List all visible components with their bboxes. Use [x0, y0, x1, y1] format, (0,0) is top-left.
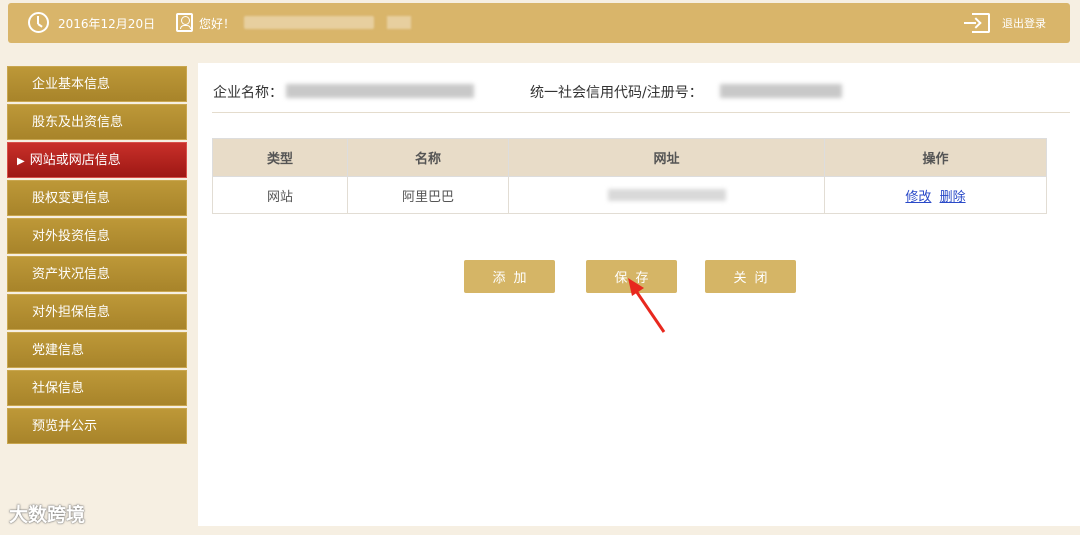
column-header-url: 网址 [508, 138, 825, 177]
sidebar-item-social-security[interactable]: 社保信息 [7, 370, 187, 406]
column-header-actions: 操作 [824, 138, 1047, 177]
date-text: 2016年12月20日 [58, 17, 156, 31]
cell-actions: 修改 删除 [824, 176, 1047, 214]
table-row: 网站 阿里巴巴 修改 删除 [212, 176, 1047, 214]
logout-link[interactable]: 退出登录 [1002, 15, 1046, 31]
sidebar-item-party[interactable]: 党建信息 [7, 332, 187, 368]
sidebar-item-label: 党建信息 [32, 343, 85, 358]
top-bar: 2016年12月20日 您好！ 退出登录 [8, 3, 1070, 43]
redacted-url [607, 189, 726, 201]
redacted-username-extra [387, 16, 411, 29]
sidebar-item-label: 资产状况信息 [32, 267, 111, 282]
cell-name: 阿里巴巴 [347, 176, 509, 214]
redacted-company-name [286, 84, 474, 98]
column-header-name: 名称 [347, 138, 509, 177]
delete-link[interactable]: 删除 [940, 190, 966, 205]
add-button[interactable]: 添加 [464, 260, 555, 293]
active-arrow-icon: ▶ [17, 156, 25, 167]
user-icon [176, 13, 193, 32]
sidebar: 企业基本信息 股东及出资信息 ▶ 网站或网店信息 股权变更信息 对外投资信息 资产… [7, 66, 187, 446]
red-arrow-annotation-icon [628, 278, 666, 333]
clock-icon [28, 12, 49, 33]
sidebar-item-investment[interactable]: 对外投资信息 [7, 218, 187, 254]
sidebar-item-equity-change[interactable]: 股权变更信息 [7, 180, 187, 216]
sidebar-item-label: 股东及出资信息 [32, 115, 124, 130]
company-name-label: 企业名称： [213, 85, 283, 101]
watermark: 大数跨境 [9, 504, 86, 526]
website-table: 类型 名称 网址 操作 网站 阿里巴巴 修改 删除 [212, 138, 1047, 214]
cell-type: 网站 [212, 176, 348, 214]
main-panel: 企业名称： 统一社会信用代码/注册号： 类型 名称 网址 操作 网站 阿里巴巴 … [198, 63, 1080, 526]
sidebar-item-label: 股权变更信息 [32, 191, 111, 206]
redacted-credit-code [720, 84, 842, 98]
sidebar-item-label: 社保信息 [32, 381, 85, 396]
sidebar-item-label: 企业基本信息 [32, 77, 111, 92]
sidebar-item-label: 对外担保信息 [32, 305, 111, 320]
credit-code-label: 统一社会信用代码/注册号： [530, 85, 703, 101]
sidebar-item-preview-publish[interactable]: 预览并公示 [7, 408, 187, 444]
table-header-row: 类型 名称 网址 操作 [212, 138, 1047, 177]
redacted-username [244, 16, 374, 29]
sidebar-item-label: 网站或网店信息 [29, 153, 121, 168]
divider [212, 112, 1070, 113]
close-button[interactable]: 关闭 [705, 260, 796, 293]
column-header-type: 类型 [212, 138, 348, 177]
sidebar-item-website-info[interactable]: ▶ 网站或网店信息 [7, 142, 187, 178]
edit-link[interactable]: 修改 [905, 190, 931, 205]
sidebar-item-assets[interactable]: 资产状况信息 [7, 256, 187, 292]
greeting-text: 您好！ [199, 17, 236, 31]
logout-icon[interactable] [964, 13, 990, 33]
sidebar-item-label: 对外投资信息 [32, 229, 111, 244]
sidebar-item-label: 预览并公示 [32, 419, 98, 434]
sidebar-item-basic-info[interactable]: 企业基本信息 [7, 66, 187, 102]
cell-url [508, 176, 825, 214]
sidebar-item-guarantee[interactable]: 对外担保信息 [7, 294, 187, 330]
sidebar-item-shareholders[interactable]: 股东及出资信息 [7, 104, 187, 140]
